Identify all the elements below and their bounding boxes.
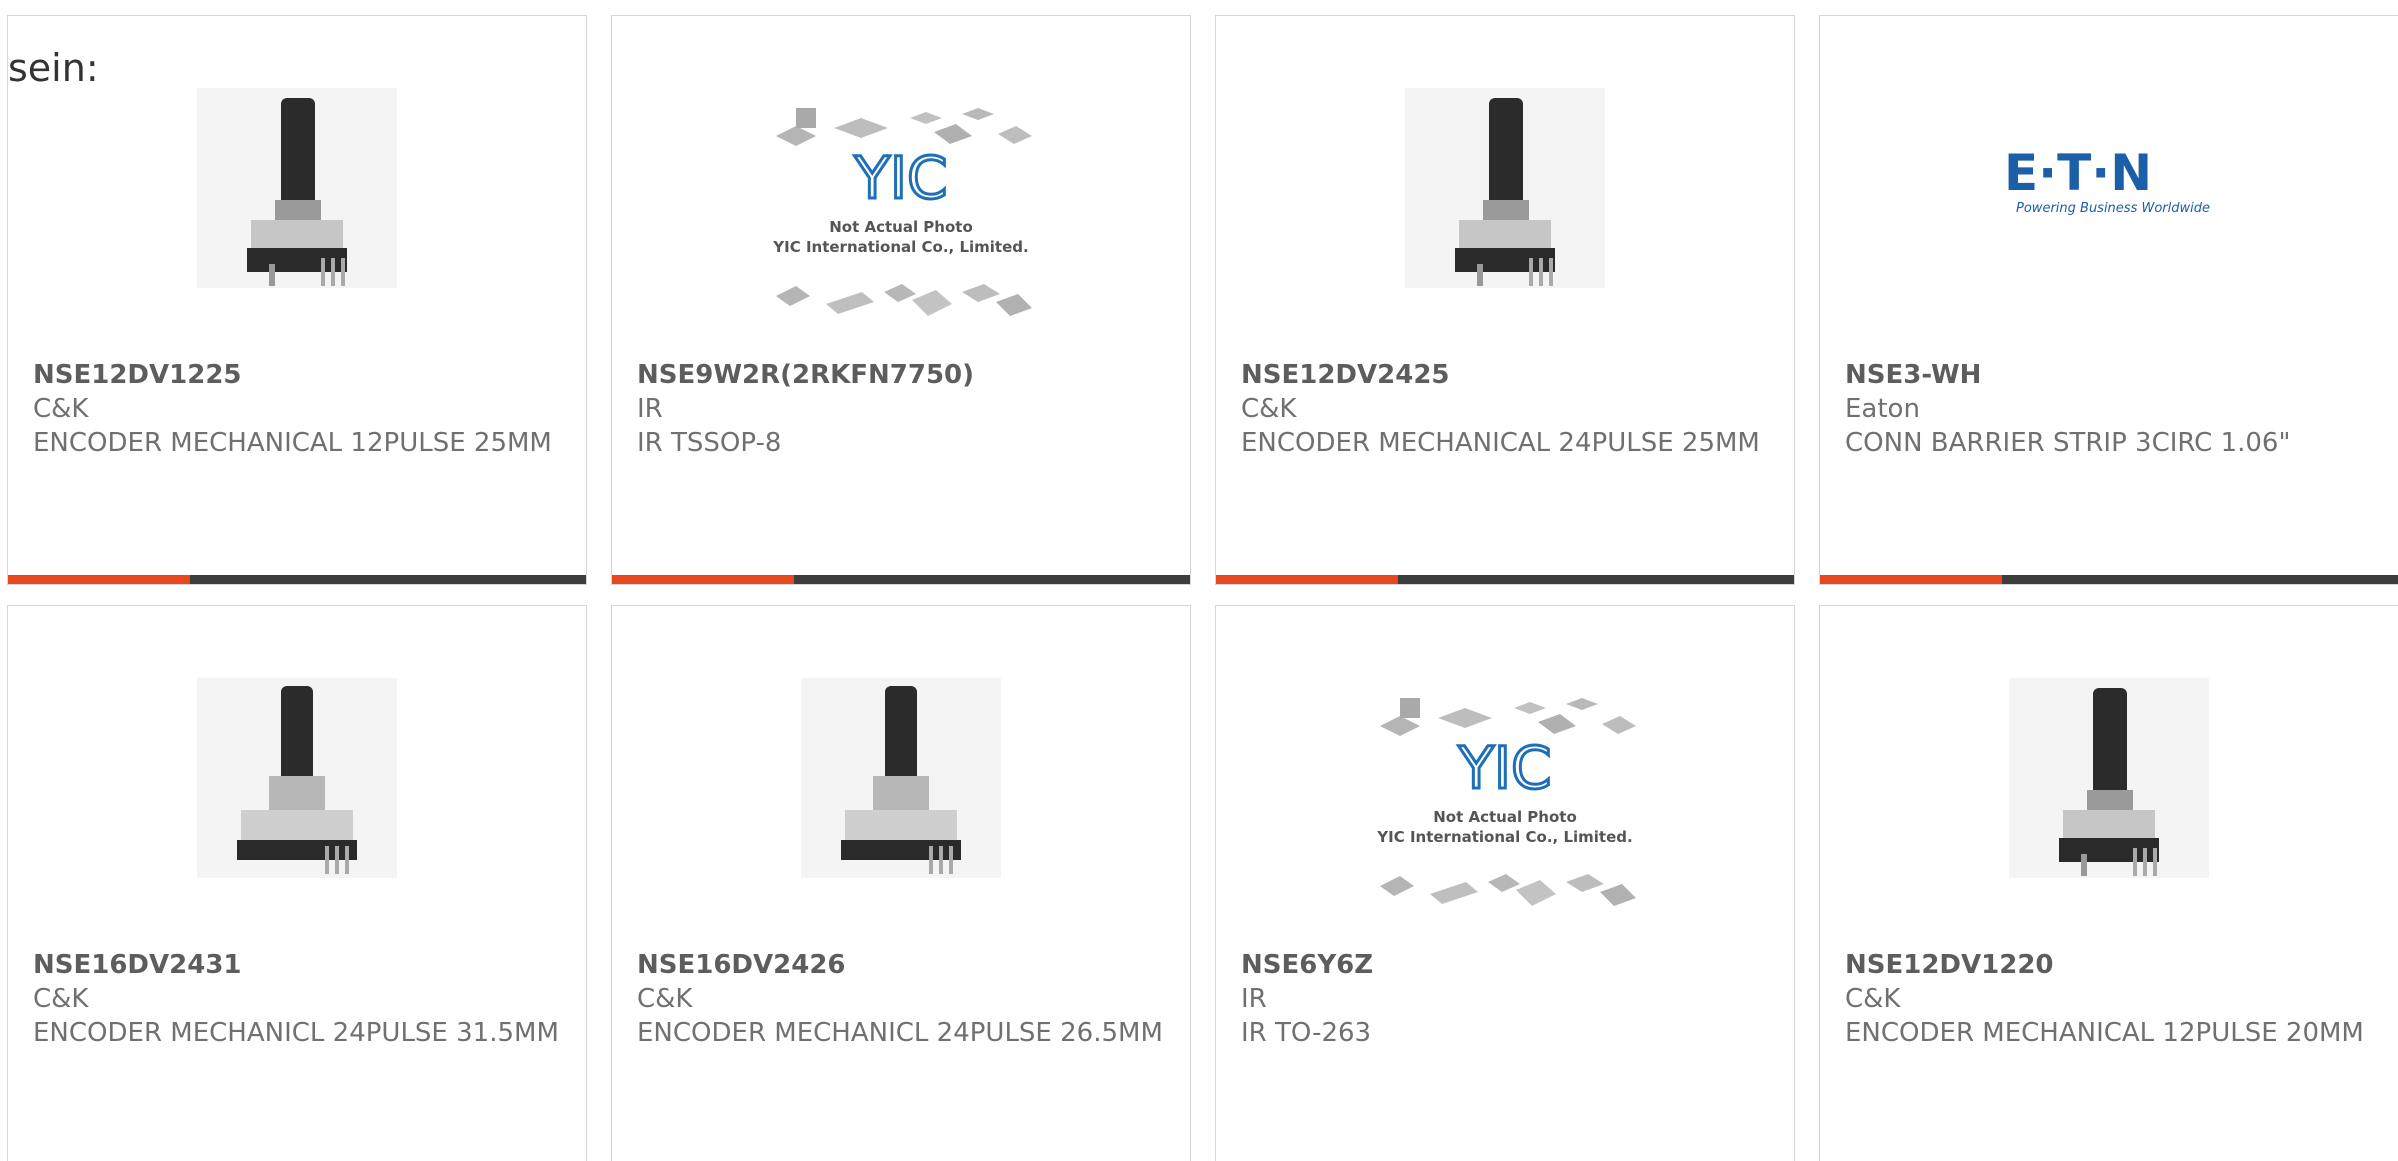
encoder-image	[1405, 88, 1605, 288]
card-accent	[8, 575, 190, 584]
card-accent	[1820, 575, 2002, 584]
encoder-image	[197, 678, 397, 878]
product-card[interactable]: NSE16DV2431 C&K ENCODER MECHANICL 24PULS…	[7, 605, 587, 1161]
manufacturer: IR	[637, 394, 663, 424]
product-image[interactable]	[8, 606, 586, 946]
description: ENCODER MECHANICAL 24PULSE 25MM	[1241, 428, 1760, 458]
part-number[interactable]: NSE16DV2431	[33, 948, 566, 982]
svg-text:YIC: YIC	[1457, 734, 1551, 802]
product-image[interactable]: YIC Not Actual Photo YIC International C…	[1216, 606, 1794, 946]
card-footer-bar	[8, 575, 586, 584]
card-footer-bar	[612, 575, 1190, 584]
part-number[interactable]: NSE6Y6Z	[1241, 948, 1774, 982]
product-card[interactable]: NSE12DV1225 C&K ENCODER MECHANICAL 12PUL…	[7, 15, 587, 585]
svg-text:Not Actual Photo: Not Actual Photo	[829, 218, 973, 236]
description: ENCODER MECHANICL 24PULSE 31.5MM	[33, 1018, 559, 1048]
manufacturer: IR	[1241, 984, 1267, 1014]
part-number[interactable]: NSE12DV2425	[1241, 358, 1774, 392]
description: ENCODER MECHANICAL 12PULSE 20MM	[1845, 1018, 2364, 1048]
intro-text: sein:	[8, 46, 99, 90]
not-actual-photo-image: YIC Not Actual Photo YIC International C…	[772, 108, 1032, 316]
card-accent	[1216, 575, 1398, 584]
eaton-logo: E·T·N Powering Business Worldwide	[2004, 144, 2210, 216]
encoder-image	[2009, 678, 2209, 878]
manufacturer: C&K	[33, 394, 89, 424]
encoder-image	[197, 88, 397, 288]
svg-text:YIC International Co., Limited: YIC International Co., Limited.	[1376, 828, 1632, 846]
manufacturer: C&K	[33, 984, 89, 1014]
encoder-image	[801, 678, 1001, 878]
product-image[interactable]: YIC Not Actual Photo YIC International C…	[612, 16, 1190, 356]
product-image[interactable]	[1820, 606, 2398, 946]
part-number[interactable]: NSE16DV2426	[637, 948, 1170, 982]
part-number[interactable]: NSE9W2R(2RKFN7750)	[637, 358, 1170, 392]
product-image[interactable]	[612, 606, 1190, 946]
card-footer-bar	[1216, 575, 1794, 584]
product-card[interactable]: NSE16DV2426 C&K ENCODER MECHANICL 24PULS…	[611, 605, 1191, 1161]
card-footer-bar	[1820, 575, 2398, 584]
product-card[interactable]: NSE12DV1220 C&K ENCODER MECHANICAL 12PUL…	[1819, 605, 2398, 1161]
description: IR TO-263	[1241, 1018, 1372, 1048]
svg-text:Not Actual Photo: Not Actual Photo	[1433, 808, 1577, 826]
part-number[interactable]: NSE12DV1225	[33, 358, 566, 392]
manufacturer: Eaton	[1845, 394, 1920, 424]
product-card[interactable]: YIC Not Actual Photo YIC International C…	[611, 15, 1191, 585]
description: ENCODER MECHANICL 24PULSE 26.5MM	[637, 1018, 1163, 1048]
svg-text:YIC: YIC	[853, 144, 947, 212]
svg-text:Powering Business Worldwide: Powering Business Worldwide	[2016, 201, 2210, 216]
svg-text:YIC International Co., Limited: YIC International Co., Limited.	[772, 238, 1028, 256]
product-card[interactable]: YIC Not Actual Photo YIC International C…	[1215, 605, 1795, 1161]
description: IR TSSOP-8	[637, 428, 782, 458]
description: CONN BARRIER STRIP 3CIRC 1.06"	[1845, 428, 2291, 458]
part-number[interactable]: NSE3-WH	[1845, 358, 2378, 392]
product-card[interactable]: NSE12DV2425 C&K ENCODER MECHANICAL 24PUL…	[1215, 15, 1795, 585]
manufacturer: C&K	[637, 984, 693, 1014]
svg-text:E·T·N: E·T·N	[2004, 144, 2152, 202]
part-number[interactable]: NSE12DV1220	[1845, 948, 2378, 982]
manufacturer: C&K	[1241, 394, 1297, 424]
not-actual-photo-image: YIC Not Actual Photo YIC International C…	[1376, 698, 1636, 906]
manufacturer: C&K	[1845, 984, 1901, 1014]
description: ENCODER MECHANICAL 12PULSE 25MM	[33, 428, 552, 458]
product-card[interactable]: E·T·N Powering Business Worldwide NSE3-W…	[1819, 15, 2398, 585]
product-image[interactable]: E·T·N Powering Business Worldwide	[1820, 16, 2398, 356]
card-accent	[612, 575, 794, 584]
product-image[interactable]	[1216, 16, 1794, 356]
